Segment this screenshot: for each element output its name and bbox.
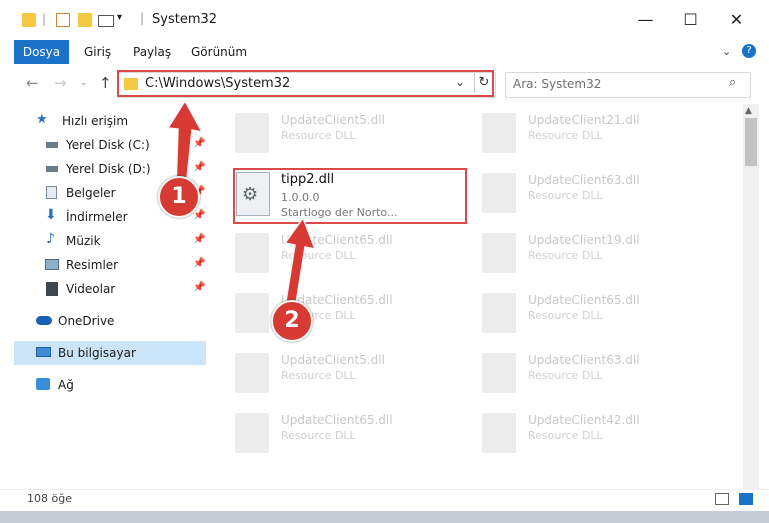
callout-arrows <box>166 99 317 323</box>
arrow-1 <box>166 99 204 189</box>
callout-badge-2: 2 <box>271 300 313 342</box>
callout-badge-1: 1 <box>158 176 200 218</box>
